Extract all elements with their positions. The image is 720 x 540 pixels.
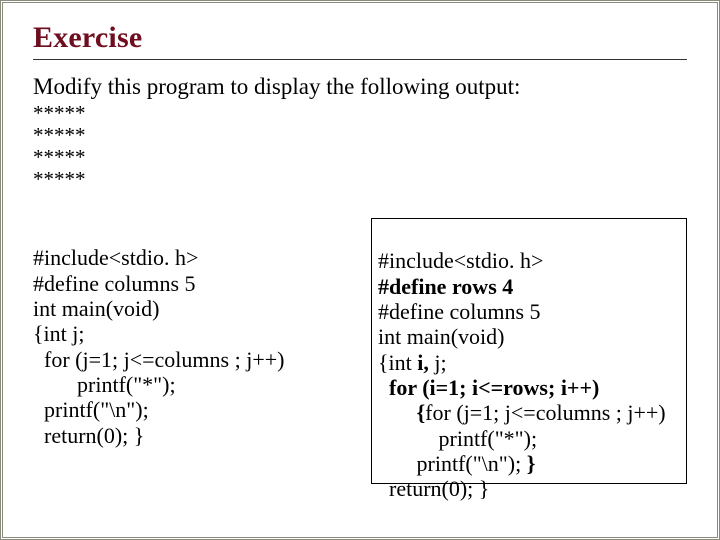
code-line: #define columns 5 [378,299,541,324]
code-line-new: #define rows 4 [378,274,513,299]
code-frag: for (j=1; j<=columns ; j++) [425,400,665,425]
code-line: #include<stdio. h> [33,245,198,270]
code-frag [378,400,417,425]
code-line: printf("\n"); } [378,451,535,476]
title-divider [33,59,687,60]
code-frag: printf("\n"); [378,451,527,476]
solution-box: #include<stdio. h> #define rows 4 #defin… [371,218,687,484]
code-frag: {int [378,350,417,375]
code-line: {int j; [33,321,85,346]
code-line: #define columns 5 [33,271,196,296]
code-frag-new: { [417,400,426,425]
exercise-prompt: Modify this program to display the follo… [33,74,687,100]
code-line: return(0); } [33,423,144,448]
code-line: printf("\n"); [33,397,149,422]
output-row: ***** [33,146,687,168]
code-line: for (i=1; i<=rows; i++) [378,375,599,400]
code-frag-new: } [527,451,536,476]
code-frag-new: for (i=1; i<=rows; i++) [389,375,599,400]
code-line: int main(void) [378,324,504,349]
code-frag-new: i, [417,350,434,375]
code-line: {int i, j; [378,350,447,375]
code-line: printf("*"); [378,426,537,451]
output-row: ***** [33,124,687,146]
page-title: Exercise [33,21,687,55]
code-line: for (j=1; j<=columns ; j++) [33,347,284,372]
code-line: {for (j=1; j<=columns ; j++) [378,400,666,425]
output-row: ***** [33,168,687,190]
expected-output: ***** ***** ***** ***** [33,102,687,190]
output-row: ***** [33,102,687,124]
original-code: #include<stdio. h> #define columns 5 int… [33,218,353,448]
solution-code: #include<stdio. h> #define rows 4 #defin… [378,223,680,501]
code-frag [378,375,389,400]
slide: Exercise Modify this program to display … [0,0,720,540]
code-frag: j; [434,350,446,375]
code-columns: #include<stdio. h> #define columns 5 int… [33,218,687,484]
code-line: int main(void) [33,296,159,321]
code-line: return(0); } [378,476,489,501]
code-line: printf("*"); [33,372,176,397]
code-line: #include<stdio. h> [378,248,543,273]
